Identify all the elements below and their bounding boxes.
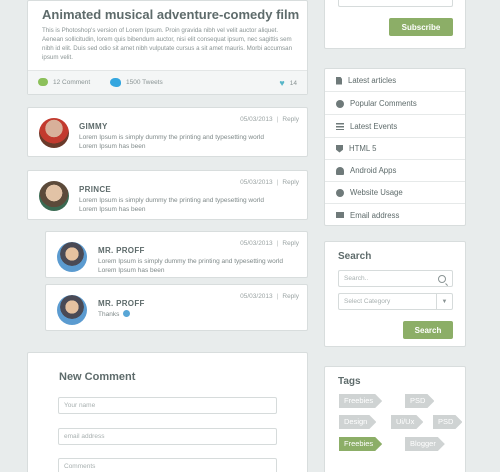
search-title: Search <box>338 251 372 262</box>
sidebar-item-website-usage[interactable]: Website Usage <box>325 182 465 204</box>
comment: PRINCE Lorem Ipsum is simply dummy the p… <box>27 170 308 220</box>
tag-active[interactable]: Freebies <box>339 437 382 451</box>
article-title[interactable]: Animated musical adventure-comedy film <box>42 7 299 22</box>
comment-reply: MR. PROFF Lorem Ipsum is simply dummy th… <box>45 231 308 278</box>
comments-count[interactable]: 12 Comment <box>38 78 90 86</box>
email-input[interactable] <box>58 428 277 445</box>
android-icon <box>336 166 344 175</box>
avatar <box>39 118 69 148</box>
reply-link[interactable]: Reply <box>282 240 299 247</box>
new-comment-form: New Comment <box>27 352 308 472</box>
avatar <box>39 181 69 211</box>
heart-icon: ♥ <box>279 78 285 88</box>
tags-title: Tags <box>338 376 361 387</box>
category-select[interactable]: Select Category ▼ <box>338 293 453 310</box>
comment-icon <box>38 78 48 86</box>
sidebar-item-android-apps[interactable]: Android Apps <box>325 160 465 182</box>
sidebar-item-latest-events[interactable]: Latest Events <box>325 116 465 138</box>
search-button[interactable]: Search <box>403 321 453 339</box>
twitter-icon <box>110 78 121 87</box>
comment-date: 05/03/2013 <box>240 240 273 247</box>
tags-widget: Tags Freebies PSD Design Ui/Ux PSD Freeb… <box>324 366 466 472</box>
reply-link[interactable]: Reply <box>282 293 299 300</box>
subscribe-widget: Subscribe <box>324 0 466 49</box>
search-widget: Search Search.. Select Category ▼ Search <box>324 241 466 347</box>
comment-author: PRINCE <box>79 185 112 194</box>
comment-date: 05/03/2013 <box>240 179 273 186</box>
avatar <box>57 242 87 272</box>
tag[interactable]: Design <box>339 415 376 429</box>
comment-meta: 05/03/2013 | Reply <box>240 116 299 123</box>
reply-link[interactable]: Reply <box>282 116 299 123</box>
comment-meta: 05/03/2013 | Reply <box>240 293 299 300</box>
comment-author: MR. PROFF <box>98 299 145 308</box>
comment-icon <box>336 99 344 108</box>
tag[interactable]: PSD <box>405 394 434 408</box>
avatar <box>57 295 87 325</box>
comment-meta: 05/03/2013 | Reply <box>240 179 299 186</box>
html5-icon <box>336 144 343 153</box>
comment-reply: MR. PROFF Thanks 05/03/2013 | Reply <box>45 284 308 331</box>
article-card: Animated musical adventure-comedy film T… <box>27 0 308 95</box>
article-excerpt: This is Photoshop's version of Lorem Ips… <box>42 27 293 61</box>
comment-meta: 05/03/2013 | Reply <box>240 240 299 247</box>
tag[interactable]: PSD <box>433 415 462 429</box>
smiley-icon <box>123 310 131 317</box>
chevron-down-icon[interactable]: ▼ <box>436 294 452 309</box>
subscribe-email-input[interactable] <box>338 0 453 7</box>
reply-link[interactable]: Reply <box>282 179 299 186</box>
tag[interactable]: Freebies <box>339 394 382 408</box>
comment-text: Lorem Ipsum is simply dummy the printing… <box>79 134 264 150</box>
subscribe-button[interactable]: Subscribe <box>389 18 453 36</box>
tweets-count[interactable]: 1500 Tweets <box>110 78 163 87</box>
tag[interactable]: Ui/Ux <box>391 415 423 429</box>
comments-input[interactable] <box>58 458 277 472</box>
comment-text: Lorem Ipsum is simply dummy the printing… <box>98 258 283 274</box>
search-icon[interactable] <box>438 275 446 283</box>
comment: GIMMY Lorem Ipsum is simply dummy the pr… <box>27 107 308 157</box>
sidebar-item-latest-articles[interactable]: Latest articles <box>325 70 465 92</box>
sidebar-item-popular-comments[interactable]: Popular Comments <box>325 93 465 115</box>
comment-date: 05/03/2013 <box>240 293 273 300</box>
name-input[interactable] <box>58 397 277 414</box>
sidebar-menu: Latest articles Popular Comments Latest … <box>324 68 466 226</box>
dashboard-icon <box>336 188 344 197</box>
new-comment-title: New Comment <box>59 371 136 383</box>
tag[interactable]: Blogger <box>405 437 445 451</box>
comment-author: MR. PROFF <box>98 246 145 255</box>
sidebar-item-email-address[interactable]: Email address <box>325 204 465 226</box>
likes-count[interactable]: ♥ 14 <box>279 78 297 88</box>
sidebar-item-html5[interactable]: HTML 5 <box>325 138 465 160</box>
comment-date: 05/03/2013 <box>240 116 273 123</box>
comment-text: Lorem Ipsum is simply dummy the printing… <box>79 197 264 213</box>
list-icon <box>336 123 344 130</box>
mail-icon <box>336 212 344 218</box>
document-icon <box>336 76 342 85</box>
search-input[interactable]: Search.. <box>338 270 453 287</box>
comment-text: Thanks <box>98 310 283 319</box>
comment-author: GIMMY <box>79 122 108 131</box>
article-footer: 12 Comment 1500 Tweets ♥ 14 <box>28 70 307 94</box>
